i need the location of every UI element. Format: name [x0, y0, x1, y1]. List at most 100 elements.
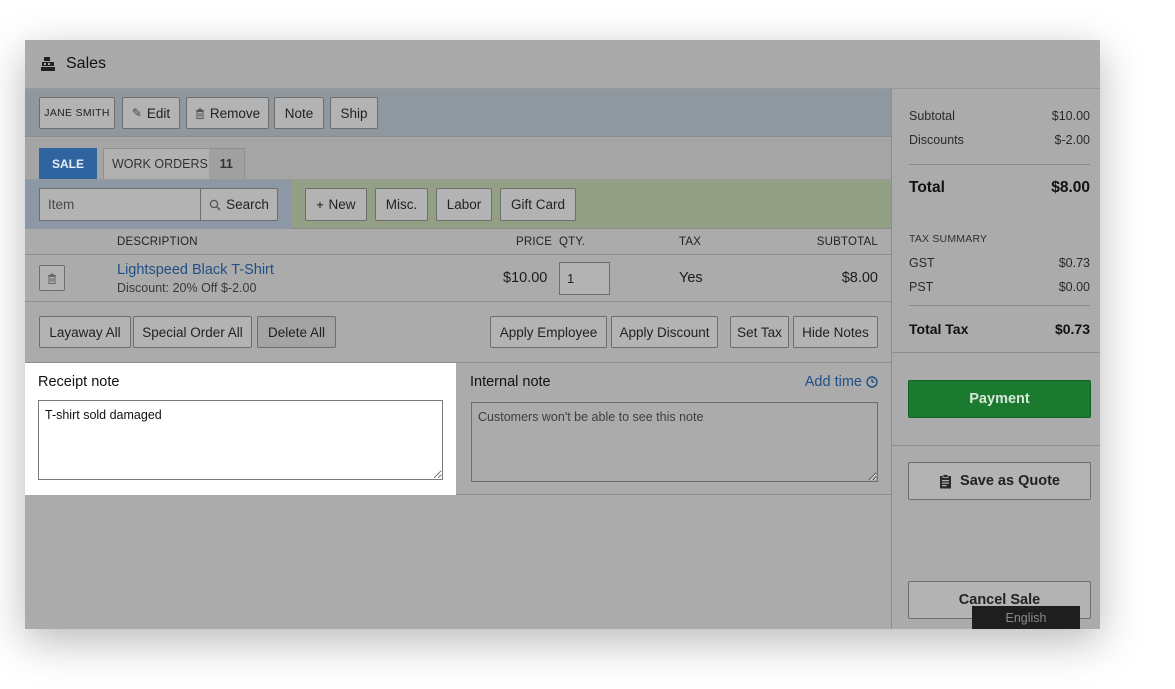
gst-value: $0.73	[1058, 256, 1090, 270]
remove-customer-button[interactable]: Remove	[186, 97, 269, 129]
trash-icon	[195, 108, 204, 119]
clipboard-icon	[940, 473, 952, 488]
receipt-note-label: Receipt note	[38, 374, 120, 390]
apply-discount-button[interactable]: Apply Discount	[611, 316, 718, 348]
language-label: English	[1005, 610, 1047, 625]
language-selector[interactable]: English	[972, 606, 1080, 629]
subtotal-value: $10.00	[1051, 109, 1090, 123]
labor-button[interactable]: Labor	[436, 188, 492, 221]
sidebar-divider	[892, 445, 1100, 446]
delete-all-button[interactable]: Delete All	[257, 316, 336, 348]
tab-sale-label: SALE	[51, 156, 84, 171]
note-button[interactable]: Note	[274, 97, 324, 129]
customer-bar: JANE SMITH ✎ Edit Remove Note Ship	[25, 89, 891, 137]
sale-summary-sidebar: Subtotal $10.00 Discounts $-2.00 Total $…	[891, 89, 1100, 629]
apply-employee-label: Apply Employee	[499, 324, 598, 340]
save-as-quote-button[interactable]: Save as Quote	[908, 462, 1091, 500]
delete-all-label: Delete All	[267, 324, 326, 340]
pst-label: PST	[909, 280, 934, 294]
page-title: Sales	[66, 55, 107, 72]
tax-divider	[909, 305, 1090, 306]
total-tax-row: Total Tax $0.73	[909, 321, 1090, 337]
item-search-input[interactable]	[39, 188, 201, 221]
receipt-note-field[interactable]: T-shirt sold damaged	[38, 400, 443, 480]
misc-button[interactable]: Misc.	[375, 188, 428, 221]
gift-card-button[interactable]: Gift Card	[500, 188, 576, 221]
ship-label: Ship	[340, 105, 368, 121]
gst-row: GST $0.73	[909, 256, 1090, 270]
apply-employee-button[interactable]: Apply Employee	[490, 316, 607, 348]
item-entry-row: Search + New Misc. Labor Gift Card	[25, 180, 891, 229]
pst-value: $0.00	[1058, 280, 1090, 294]
register-icon	[41, 57, 55, 71]
payment-button[interactable]: Payment	[908, 380, 1091, 418]
tab-sale[interactable]: SALE	[39, 148, 97, 179]
app-header: Sales	[25, 40, 1100, 89]
search-label: Search	[226, 197, 269, 212]
receipt-note-panel: Receipt note T-shirt sold damaged	[25, 363, 456, 495]
sale-main: JANE SMITH ✎ Edit Remove Note Ship SALE …	[25, 89, 891, 629]
discounts-value: $-2.00	[1054, 133, 1090, 147]
add-time-label: Add time	[804, 374, 862, 390]
item-search-button[interactable]: Search	[200, 188, 278, 221]
edit-label: Edit	[146, 105, 171, 121]
item-search-zone: Search	[25, 180, 291, 229]
set-tax-button[interactable]: Set Tax	[730, 316, 789, 348]
set-tax-label: Set Tax	[737, 324, 782, 340]
ship-button[interactable]: Ship	[330, 97, 378, 129]
apply-discount-label: Apply Discount	[619, 324, 710, 340]
gst-label: GST	[909, 256, 935, 270]
line-item-subtotal: $8.00	[841, 270, 878, 286]
delete-line-button[interactable]	[39, 265, 65, 291]
labor-label: Labor	[446, 197, 482, 212]
gift-card-label: Gift Card	[510, 197, 565, 212]
summary-divider	[909, 164, 1090, 165]
pencil-icon: ✎	[131, 106, 142, 120]
sale-tabs: SALE WORK ORDERS 11	[25, 138, 891, 180]
total-tax-value: $0.73	[1054, 321, 1090, 337]
line-item-discount: Discount: 20% Off $-2.00	[117, 281, 257, 295]
col-subtotal: SUBTOTAL	[816, 236, 878, 248]
trash-icon	[48, 273, 56, 284]
new-label: New	[328, 197, 356, 212]
total-value: $8.00	[1051, 179, 1090, 196]
sale-actions-row: Layaway All Special Order All Delete All…	[25, 302, 891, 363]
clock-icon	[866, 376, 878, 388]
plus-icon: +	[316, 197, 324, 212]
work-orders-count-badge: 11	[208, 149, 244, 179]
discounts-row: Discounts $-2.00	[909, 133, 1090, 147]
pst-row: PST $0.00	[909, 280, 1090, 294]
special-order-all-button[interactable]: Special Order All	[133, 316, 252, 348]
line-items-header: DESCRIPTION PRICE QTY. TAX SUBTOTAL	[25, 229, 891, 255]
customer-button[interactable]: JANE SMITH	[39, 97, 115, 129]
payment-label: Payment	[969, 391, 1030, 407]
tab-work-orders[interactable]: WORK ORDERS 11	[103, 148, 245, 179]
notes-section: Receipt note T-shirt sold damaged Intern…	[25, 363, 891, 495]
customer-name: JANE SMITH	[44, 107, 110, 119]
tax-summary-heading: TAX SUMMARY	[909, 233, 988, 245]
col-price: PRICE	[516, 236, 553, 248]
quantity-input[interactable]	[559, 262, 610, 295]
save-as-quote-label: Save as Quote	[960, 473, 1060, 489]
total-row: Total $8.00	[909, 179, 1090, 197]
col-description: DESCRIPTION	[117, 236, 198, 248]
line-item-tax: Yes	[679, 270, 703, 286]
line-item-title-link[interactable]: Lightspeed Black T-Shirt	[117, 262, 274, 278]
special-order-all-label: Special Order All	[142, 324, 243, 340]
hide-notes-button[interactable]: Hide Notes	[793, 316, 878, 348]
subtotal-label: Subtotal	[909, 109, 955, 123]
col-qty: QTY.	[559, 236, 586, 248]
add-time-link[interactable]: Add time	[805, 374, 878, 390]
sidebar-divider	[892, 352, 1100, 353]
note-label: Note	[284, 105, 314, 121]
internal-note-field[interactable]	[471, 402, 878, 482]
layaway-all-button[interactable]: Layaway All	[39, 316, 131, 348]
line-item-price: $10.00	[503, 270, 548, 286]
search-icon	[209, 199, 221, 211]
new-item-button[interactable]: + New	[305, 188, 367, 221]
edit-customer-button[interactable]: ✎ Edit	[122, 97, 180, 129]
layaway-all-label: Layaway All	[49, 324, 121, 340]
internal-note-label: Internal note	[470, 374, 551, 390]
col-tax: TAX	[679, 236, 702, 248]
misc-label: Misc.	[385, 197, 418, 212]
